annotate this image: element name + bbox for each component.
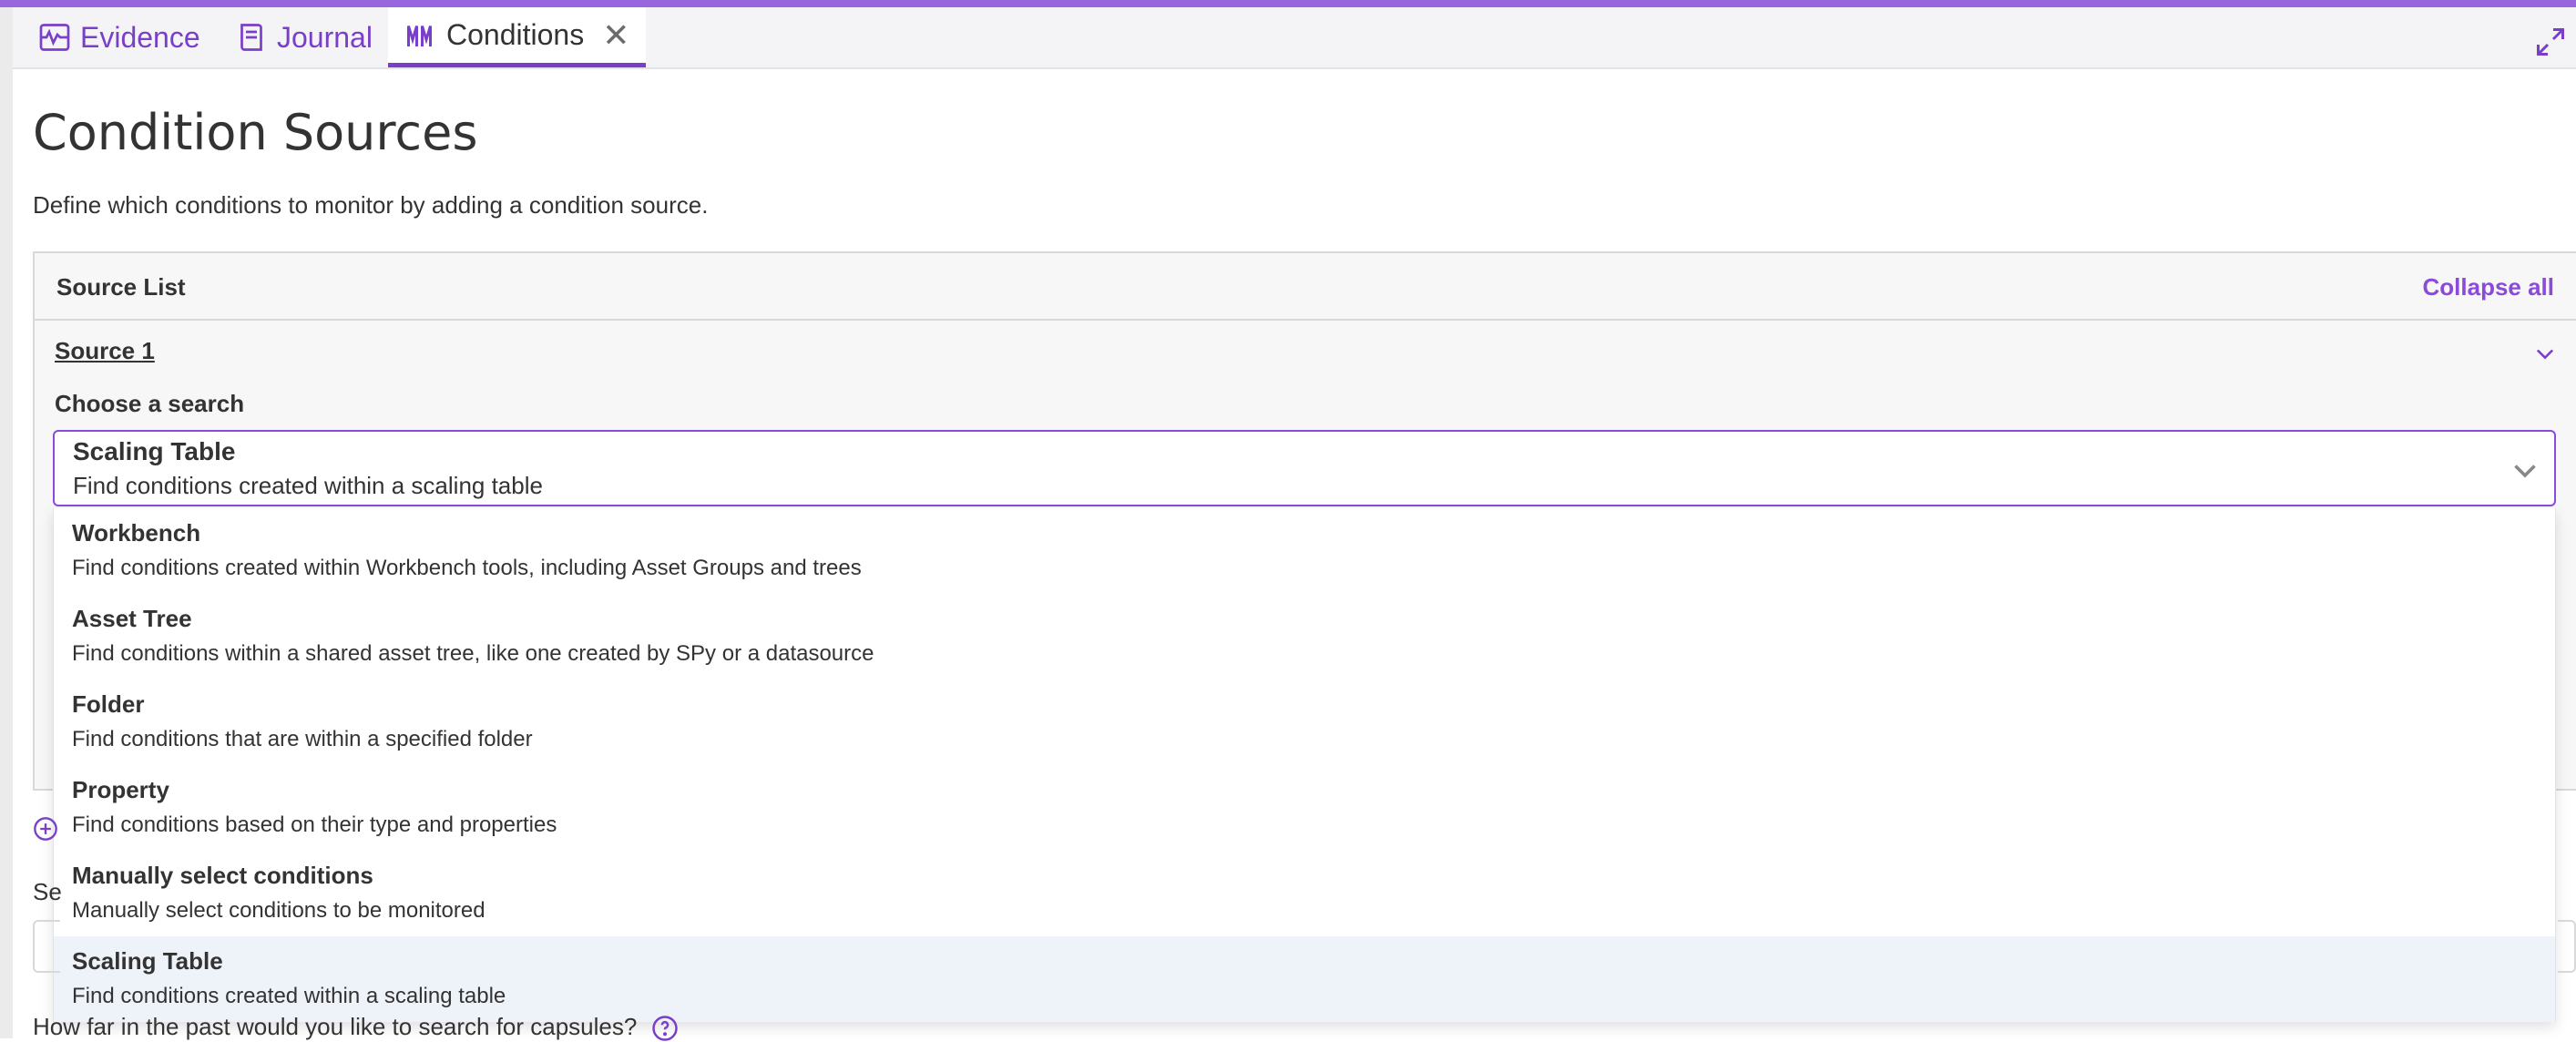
search-type-dropdown-menu: Workbench Find conditions created within…: [53, 508, 2556, 1022]
option-title: Folder: [72, 690, 145, 718]
selected-option-title: Scaling Table: [73, 437, 236, 465]
option-title: Manually select conditions: [72, 862, 373, 889]
option-property[interactable]: Property Find conditions based on their …: [54, 765, 2555, 851]
option-subtitle: Find conditions based on their type and …: [72, 812, 557, 837]
page-title: Condition Sources: [33, 104, 478, 161]
source-list-title: Source List: [56, 273, 186, 301]
input-field-right-edge[interactable]: [2558, 920, 2576, 973]
option-manually-select[interactable]: Manually select conditions Manually sele…: [54, 851, 2555, 936]
option-asset-tree[interactable]: Asset Tree Find conditions within a shar…: [54, 594, 2555, 679]
lookback-question: How far in the past would you like to se…: [33, 1013, 679, 1042]
option-title: Property: [72, 776, 169, 803]
add-source-icon[interactable]: [33, 816, 58, 842]
source-list-header: Source List Collapse all: [35, 253, 2576, 321]
option-title: Workbench: [72, 519, 201, 547]
chevron-down-icon: [2514, 465, 2536, 478]
tab-evidence[interactable]: Evidence: [38, 7, 200, 67]
close-icon[interactable]: ✕: [602, 16, 629, 55]
top-accent-bar: [0, 0, 2576, 7]
option-title: Scaling Table: [72, 947, 223, 975]
source-1-title[interactable]: Source 1: [55, 337, 155, 365]
option-workbench[interactable]: Workbench Find conditions created within…: [54, 508, 2555, 594]
tab-conditions[interactable]: Conditions ✕: [388, 7, 647, 67]
collapse-all-link[interactable]: Collapse all: [2423, 273, 2555, 301]
choose-search-label: Choose a search: [55, 390, 245, 417]
partial-label: Se: [33, 878, 62, 905]
page-description: Define which conditions to monitor by ad…: [33, 191, 709, 219]
tab-conditions-label: Conditions: [446, 18, 585, 51]
tab-journal[interactable]: Journal: [235, 7, 373, 67]
input-field-left-edge[interactable]: [33, 920, 60, 973]
tab-bar: Evidence Journal Conditions ✕: [13, 7, 2576, 69]
lookback-question-text: How far in the past would you like to se…: [33, 1013, 638, 1040]
option-subtitle: Find conditions that are within a specif…: [72, 727, 533, 751]
option-subtitle: Manually select conditions to be monitor…: [72, 898, 486, 923]
tab-evidence-label: Evidence: [80, 20, 200, 54]
chart-icon: [39, 24, 70, 51]
search-type-select[interactable]: Scaling Table Find conditions created wi…: [53, 430, 2556, 506]
journal-icon: [240, 24, 262, 51]
option-title: Asset Tree: [72, 605, 192, 632]
selected-option-subtitle: Find conditions created within a scaling…: [73, 472, 543, 499]
conditions-icon: [407, 25, 432, 46]
option-folder[interactable]: Folder Find conditions that are within a…: [54, 679, 2555, 765]
option-subtitle: Find conditions created within Workbench…: [72, 556, 862, 580]
tab-journal-label: Journal: [277, 20, 373, 54]
option-subtitle: Find conditions created within a scaling…: [72, 984, 506, 1008]
left-edge: [0, 7, 13, 1038]
chevron-down-icon[interactable]: [2532, 341, 2558, 366]
option-scaling-table[interactable]: Scaling Table Find conditions created wi…: [54, 936, 2555, 1022]
option-subtitle: Find conditions within a shared asset tr…: [72, 641, 874, 666]
expand-icon[interactable]: [2534, 26, 2567, 58]
